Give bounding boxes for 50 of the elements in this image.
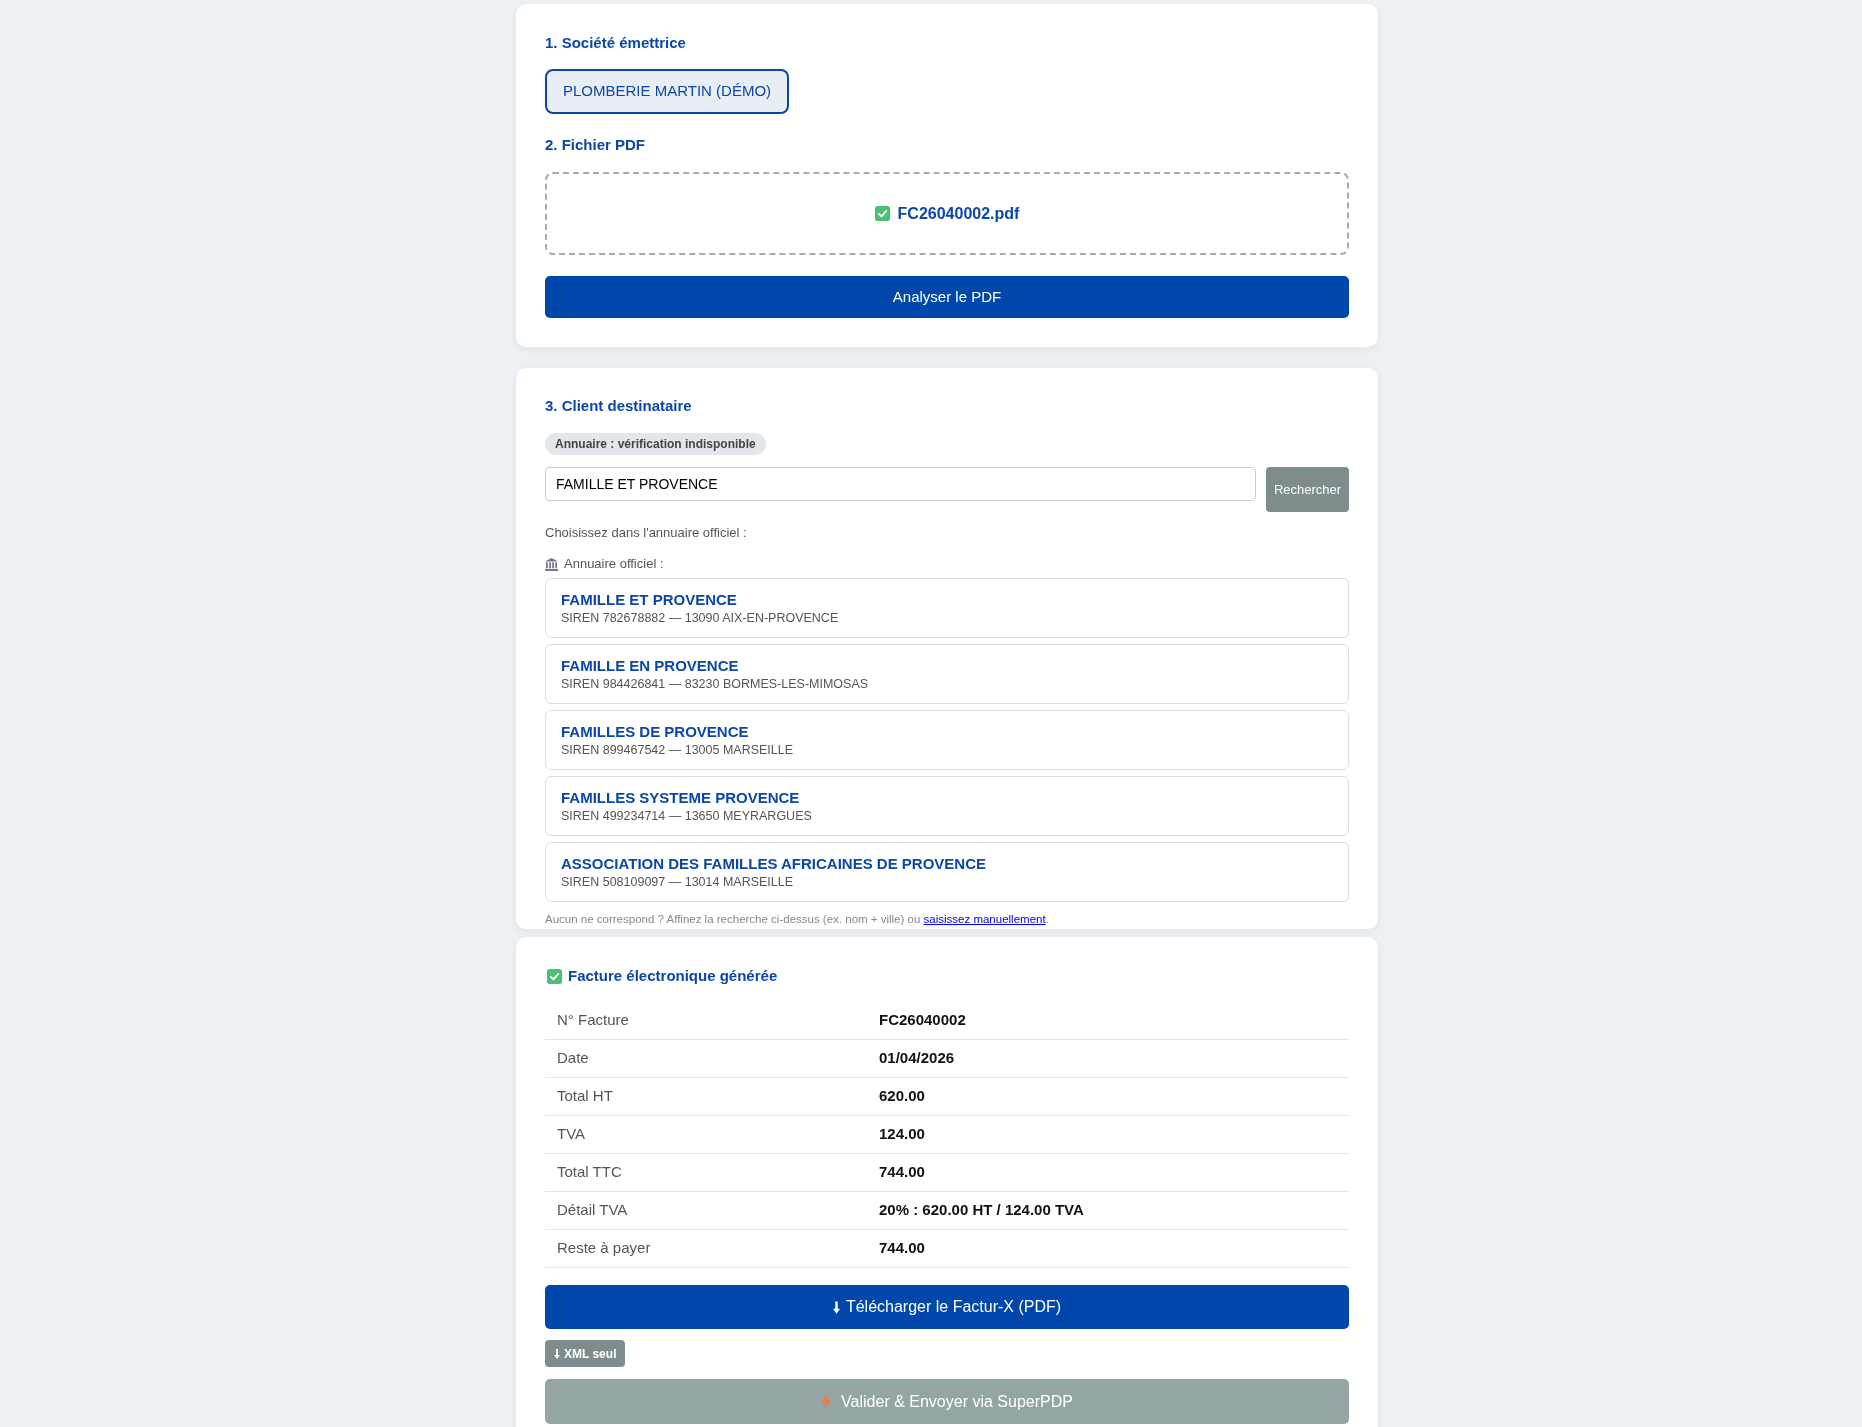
directory-result-item[interactable]: FAMILLES SYSTEME PROVENCE SIREN 499234714 — 13650 MEYRARGUES <box>545 776 1349 836</box>
result-name: FAMILLE ET PROVENCE <box>561 589 738 610</box>
directory-prompt: Choisissez dans l'annuaire officiel : <box>545 524 748 542</box>
field-label: Total TTC <box>556 1162 623 1183</box>
no-match-hint: Aucun ne correspond ? Affinez la recherche ci-dessus (ex. nom + ville) ou saisissez manuellement. <box>545 912 1050 927</box>
result-detail: SIREN 782678882 — 13090 AIX-EN-PROVENCE <box>561 609 840 627</box>
field-label: Détail TVA <box>556 1200 629 1221</box>
lightning-bolt-icon <box>821 1393 832 1410</box>
file-drop-zone[interactable]: FC26040002.pdf <box>545 172 1349 255</box>
field-value: 124.00 <box>878 1124 926 1145</box>
field-value: 744.00 <box>878 1238 926 1259</box>
field-label: Date <box>556 1048 590 1069</box>
analyze-button[interactable]: Analyser le PDF <box>545 276 1349 318</box>
result-detail: SIREN 899467542 — 13005 MARSEILLE <box>561 741 795 759</box>
result-name: FAMILLE EN PROVENCE <box>561 655 740 676</box>
result-detail: SIREN 499234714 — 13650 MEYRARGUES <box>561 807 813 825</box>
field-value: 01/04/2026 <box>878 1048 956 1069</box>
result-detail: SIREN 984426841 — 83230 BORMES-LES-MIMOSAS <box>561 675 870 693</box>
file-name: FC26040002.pdf <box>897 203 1020 224</box>
directory-status-badge: Annuaire : vérification indisponible <box>545 433 766 455</box>
field-value: FC26040002 <box>878 1010 967 1031</box>
directory-result-item[interactable]: FAMILLES DE PROVENCE SIREN 899467542 — 13005 MARSEILLE <box>545 710 1349 770</box>
check-icon <box>874 206 890 221</box>
directory-result-item[interactable]: ASSOCIATION DES FAMILLES AFRICAINES DE PROVENCE SIREN 508109097 — 13014 MARSEILLE <box>545 842 1349 902</box>
client-search-field[interactable]: FAMILLE ET PROVENCE <box>545 467 1256 501</box>
download-facturx-button[interactable]: Télécharger le Factur-X (PDF) <box>545 1285 1349 1329</box>
down-arrow-icon <box>832 1300 840 1314</box>
field-label: TVA <box>556 1124 587 1145</box>
directory-result-item[interactable]: FAMILLE EN PROVENCE SIREN 984426841 — 83230 BORMES-LES-MIMOSAS <box>545 644 1349 704</box>
result-detail: SIREN 508109097 — 13014 MARSEILLE <box>561 873 795 891</box>
directory-source-label: Annuaire officiel : <box>564 555 664 573</box>
directory-result-item[interactable]: FAMILLE ET PROVENCE SIREN 782678882 — 13090 AIX-EN-PROVENCE <box>545 578 1349 638</box>
field-value: 20% : 620.00 HT / 124.00 TVA <box>878 1200 1085 1221</box>
down-arrow-icon <box>554 1348 560 1359</box>
company-button[interactable]: PLOMBERIE MARTIN (DÉMO) <box>545 69 790 114</box>
field-label: Total HT <box>556 1086 614 1107</box>
result-name: ASSOCIATION DES FAMILLES AFRICAINES DE PROVENCE <box>561 853 988 874</box>
check-icon <box>547 968 562 984</box>
manual-entry-link[interactable]: saisissez manuellement <box>923 913 1046 925</box>
field-value: 744.00 <box>878 1162 926 1183</box>
field-label: N° Facture <box>556 1010 630 1031</box>
result-name: FAMILLES SYSTEME PROVENCE <box>561 787 801 808</box>
section-heading: 3. Client destinataire <box>545 396 693 416</box>
invoice-title: Facture électronique générée <box>568 966 778 986</box>
result-name: FAMILLES DE PROVENCE <box>561 721 750 742</box>
field-value: 620.00 <box>878 1086 926 1107</box>
bank-building-icon <box>545 557 558 571</box>
section-heading: 2. Fichier PDF <box>545 135 647 155</box>
field-label: Reste à payer <box>556 1238 652 1259</box>
section-heading: 1. Société émettrice <box>545 33 687 53</box>
